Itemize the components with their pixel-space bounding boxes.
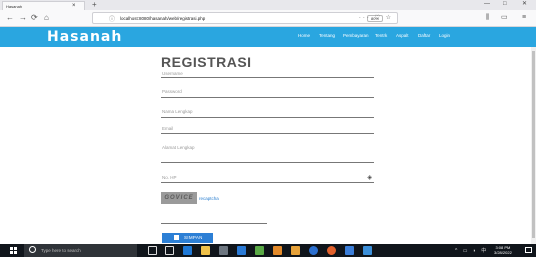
store-icon[interactable] bbox=[219, 246, 228, 255]
site-logo[interactable]: Hasanah bbox=[47, 29, 122, 45]
browser-toolbar: ← → ⟳ ⌂ ⓘ localhost:8080/hasanah/web/reg… bbox=[0, 10, 536, 27]
alamat-lengkap-field[interactable]: Alamat Lengkap bbox=[161, 144, 374, 163]
sheet-app-icon[interactable] bbox=[255, 246, 264, 255]
save-icon bbox=[174, 235, 179, 240]
nav-daftar[interactable]: Daftar bbox=[418, 33, 430, 38]
taskbar-clock[interactable]: 3:08 PM 3/28/2022 bbox=[494, 245, 512, 255]
url-text[interactable]: localhost:8080/hasanah/web/registrasi.ph… bbox=[120, 16, 205, 21]
page-scrollbar[interactable] bbox=[531, 47, 536, 244]
no-hp-placeholder: No. HP bbox=[162, 175, 177, 180]
close-window-icon[interactable]: ✕ bbox=[522, 1, 527, 8]
notes-app-icon[interactable] bbox=[291, 246, 300, 255]
captcha-image: GOVICE bbox=[161, 192, 197, 204]
new-tab-icon[interactable]: + bbox=[92, 0, 97, 9]
notification-icon[interactable] bbox=[525, 247, 532, 253]
windows-start-icon[interactable] bbox=[10, 247, 17, 254]
maximize-icon[interactable]: □ bbox=[503, 1, 507, 8]
home-icon[interactable]: ⌂ bbox=[44, 13, 49, 23]
no-hp-field[interactable]: No. HP ◈ bbox=[161, 174, 374, 183]
edge-icon[interactable] bbox=[183, 246, 192, 255]
nav-home[interactable]: Home bbox=[298, 33, 310, 38]
chrome-icon[interactable] bbox=[309, 246, 318, 255]
username-field[interactable]: Username bbox=[161, 70, 374, 78]
simpan-label: SIMPAN bbox=[184, 235, 203, 240]
captcha-refresh-link[interactable]: recaptcha bbox=[199, 196, 219, 201]
scrollbar-thumb[interactable] bbox=[532, 51, 535, 238]
sidebar-icon[interactable]: ▭ bbox=[501, 13, 508, 23]
forward-icon[interactable]: → bbox=[19, 13, 27, 23]
password-placeholder: Password bbox=[162, 89, 182, 94]
email-field[interactable]: Email bbox=[161, 125, 374, 134]
firefox-icon[interactable] bbox=[327, 246, 336, 255]
system-tray[interactable]: ^ ▭ ◗ 中 bbox=[455, 247, 488, 254]
nav-tentrk[interactable]: Tentrk bbox=[375, 33, 387, 38]
windows-taskbar: Type here to search ^ ▭ ◗ 中 3:08 PM 3/28… bbox=[0, 244, 536, 257]
task-view-icon[interactable] bbox=[165, 246, 174, 255]
mail-icon[interactable] bbox=[237, 246, 246, 255]
nama-lengkap-field[interactable]: Nama Lengkap bbox=[161, 108, 374, 118]
email-placeholder: Email bbox=[162, 126, 174, 131]
menu-icon[interactable]: ≡ bbox=[522, 13, 526, 23]
site-header: Hasanah Home Tentang Pembayaran Tentrk A… bbox=[0, 27, 536, 47]
page-title: REGISTRASI bbox=[161, 54, 252, 70]
address-bar[interactable]: ⓘ localhost:8080/hasanah/web/registrasi.… bbox=[92, 12, 398, 24]
site-info-icon[interactable]: ⓘ bbox=[109, 14, 115, 23]
nav-aspalt[interactable]: Aspalt bbox=[396, 33, 409, 38]
search-placeholder: Type here to search bbox=[41, 248, 81, 253]
nama-lengkap-placeholder: Nama Lengkap bbox=[162, 109, 193, 114]
browser-tab-bar: Hasanah × + — □ ✕ bbox=[0, 0, 536, 10]
microphone-icon[interactable] bbox=[148, 246, 157, 255]
stepper-icon[interactable]: ◈ bbox=[367, 174, 372, 181]
tab-title: Hasanah bbox=[6, 4, 23, 9]
browser-tab[interactable]: Hasanah × bbox=[2, 1, 85, 10]
captcha-input[interactable] bbox=[161, 223, 267, 224]
reload-icon[interactable]: ⟳ bbox=[31, 13, 38, 23]
minimize-icon[interactable]: — bbox=[484, 1, 490, 8]
search-icon bbox=[29, 246, 36, 253]
nav-tentang[interactable]: Tentang bbox=[319, 33, 335, 38]
clock-date: 3/28/2022 bbox=[494, 250, 512, 255]
alamat-lengkap-placeholder: Alamat Lengkap bbox=[162, 145, 195, 150]
photos-icon[interactable] bbox=[363, 246, 372, 255]
word-icon[interactable] bbox=[345, 246, 354, 255]
password-field[interactable]: Password bbox=[161, 88, 374, 98]
nav-pembayaran[interactable]: Pembayaran bbox=[343, 33, 369, 38]
back-icon[interactable]: ← bbox=[6, 13, 14, 23]
username-placeholder: Username bbox=[162, 71, 183, 76]
simpan-button[interactable]: SIMPAN bbox=[162, 233, 213, 243]
nav-login[interactable]: Login bbox=[439, 33, 450, 38]
page-actions-icon[interactable]: ··· ♡ ☆ bbox=[359, 14, 393, 21]
file-explorer-icon[interactable] bbox=[201, 246, 210, 255]
library-icon[interactable]: ⫼ bbox=[486, 13, 489, 23]
tab-close-icon[interactable]: × bbox=[72, 3, 76, 9]
taskbar-search[interactable]: Type here to search bbox=[24, 244, 137, 257]
presentation-app-icon[interactable] bbox=[273, 246, 282, 255]
